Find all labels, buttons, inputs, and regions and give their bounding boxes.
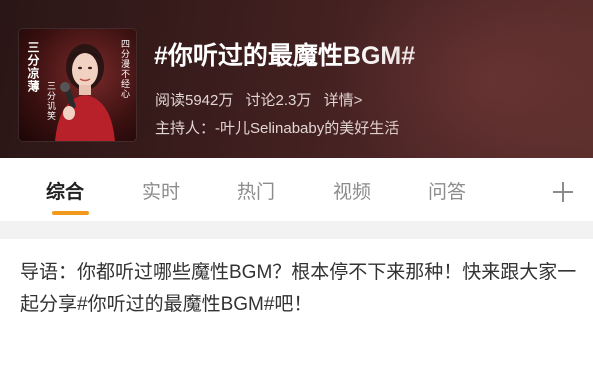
section-divider — [0, 221, 593, 239]
tab-qa[interactable]: 问答 — [428, 177, 466, 204]
topic-cover-image[interactable]: 三分凉薄 三分讥笑 四分漫不经心 — [19, 29, 136, 141]
cover-text-left: 三分凉薄 — [26, 41, 40, 93]
read-count: 阅读5942万 — [155, 92, 234, 109]
topic-tab-bar: 综合 实时 热门 视频 问答 — [0, 158, 593, 221]
details-link[interactable]: 详情> — [324, 92, 363, 109]
plus-icon[interactable] — [552, 181, 574, 203]
host-portrait-image — [55, 44, 115, 141]
cover-text-right: 四分漫不经心 — [119, 39, 129, 99]
cover-text-inner: 三分讥笑 — [45, 81, 55, 121]
topic-title: #你听过的最魔性BGM# — [154, 42, 416, 70]
tab-hot[interactable]: 热门 — [237, 177, 275, 204]
tab-comprehensive[interactable]: 综合 — [46, 177, 84, 204]
active-tab-indicator — [52, 211, 89, 215]
topic-stats: 阅读5942万 讨论2.3万 详情> — [155, 89, 370, 110]
tab-video[interactable]: 视频 — [333, 177, 371, 204]
discussion-count: 讨论2.3万 — [245, 92, 312, 109]
topic-host[interactable]: 主持人：-叶儿Selinababy的美好生活 — [155, 117, 399, 138]
tab-realtime[interactable]: 实时 — [142, 177, 180, 204]
topic-header: 三分凉薄 三分讥笑 四分漫不经心 #你听过的最魔性BGM# 阅读5942万 讨论… — [0, 0, 593, 158]
topic-intro: 导语：你都听过哪些魔性BGM？根本停不下来那种！快来跟大家一起分享#你听过的最魔… — [20, 262, 577, 315]
